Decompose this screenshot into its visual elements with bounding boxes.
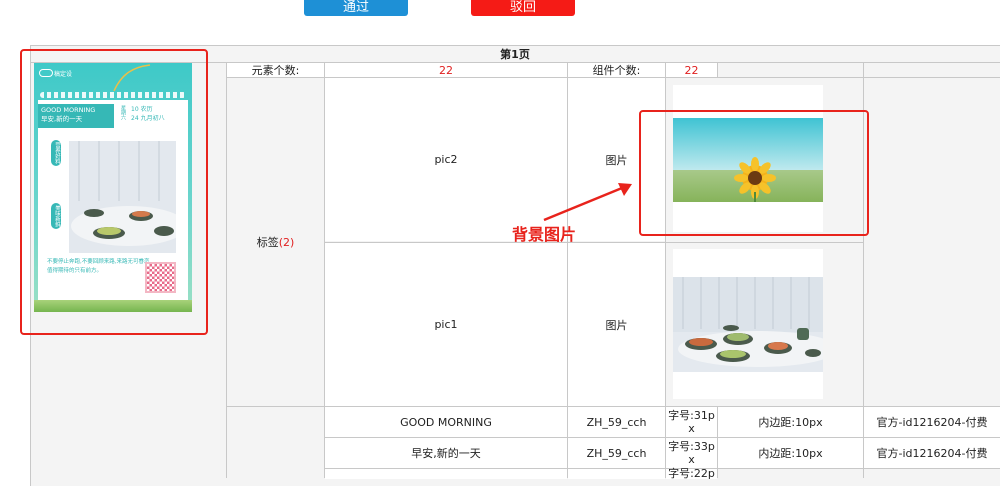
pic1-thumbnail[interactable] bbox=[673, 249, 838, 399]
size-label: 字号: bbox=[668, 440, 694, 453]
background-image-highlight-box bbox=[639, 110, 869, 236]
size-label: 字号: bbox=[668, 409, 694, 422]
text-source: 官方-id1216204-付费 bbox=[876, 416, 988, 429]
size-unit: x bbox=[688, 422, 695, 435]
elements-label: 元素个数: bbox=[251, 64, 300, 77]
pic2-name: pic2 bbox=[434, 153, 458, 166]
dining-table-image bbox=[673, 277, 838, 372]
text-content: 早安,新的一天 bbox=[411, 447, 481, 460]
pass-button[interactable]: 通过 bbox=[304, 0, 408, 16]
text-content: GOOD MORNING bbox=[400, 415, 492, 429]
size-value: 33p bbox=[693, 440, 715, 453]
text-font: ZH_59_cch bbox=[586, 446, 647, 460]
reject-button[interactable]: 驳回 bbox=[471, 0, 575, 16]
grid-line bbox=[324, 468, 1000, 469]
text-size: 字号:33p x bbox=[666, 438, 717, 468]
grid-line bbox=[717, 62, 718, 78]
text-source: 官方-id1216204-付费 bbox=[876, 447, 988, 460]
text-padding: 内边距:10px bbox=[758, 447, 823, 460]
annotation-label: 背景图片 bbox=[512, 225, 577, 244]
size-unit: x bbox=[688, 453, 695, 466]
components-label: 组件个数: bbox=[592, 64, 641, 77]
text-font: ZH_59_cch bbox=[586, 415, 647, 429]
size-value: 22p bbox=[693, 467, 715, 480]
annotation-arrow-icon bbox=[543, 183, 632, 222]
tag-label: 标签 bbox=[256, 236, 279, 249]
size-value: 31p bbox=[693, 409, 715, 422]
components-count: 22 bbox=[684, 63, 699, 77]
pic1-type: 图片 bbox=[605, 318, 628, 332]
poster-highlight-box bbox=[20, 49, 208, 335]
tag-group-label: 标签 (2) bbox=[227, 78, 324, 406]
elements-count: 22 bbox=[439, 63, 453, 77]
size-label: 字号: bbox=[668, 467, 694, 480]
text-size: 字号:31p x bbox=[666, 407, 717, 437]
text-padding: 内边距:10px bbox=[758, 416, 823, 429]
pic1-name: pic1 bbox=[434, 318, 458, 331]
tag-count: (2) bbox=[278, 235, 295, 249]
